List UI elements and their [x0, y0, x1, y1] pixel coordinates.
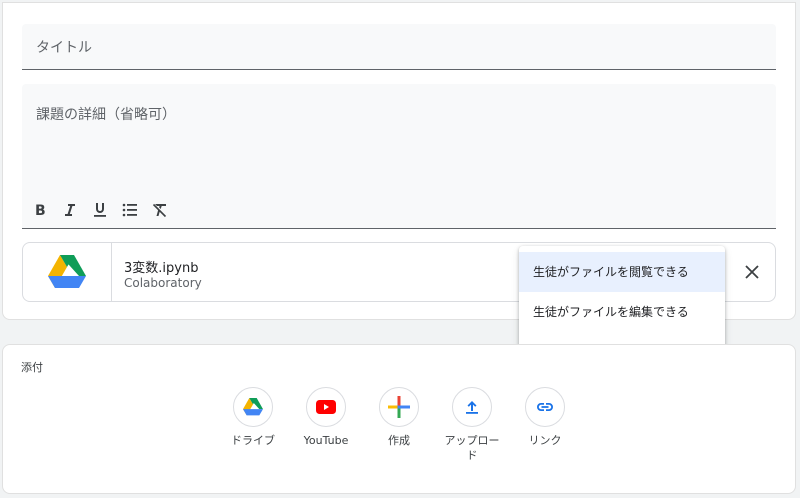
italic-button[interactable] [56, 196, 84, 224]
drive-attach-label: ドライブ [231, 434, 275, 447]
menu-item-students-edit[interactable]: 生徒がファイルを編集できる [519, 292, 725, 332]
bold-icon: B [35, 203, 46, 219]
details-field[interactable]: B [22, 84, 776, 229]
close-icon [745, 265, 759, 279]
link-attach-circle[interactable] [525, 387, 565, 427]
google-drive-icon [48, 255, 86, 288]
plus-icon [388, 396, 410, 418]
youtube-attach-button[interactable]: YouTube [294, 387, 358, 448]
title-field[interactable] [22, 24, 776, 70]
upload-attach-circle[interactable] [452, 387, 492, 427]
bulleted-list-icon [122, 203, 137, 217]
remove-attachment-button[interactable] [739, 259, 765, 285]
create-attach-label: 作成 [388, 434, 410, 447]
attach-card: 添付 ドライブ YouTube 作成 アップロード リンク [2, 344, 796, 494]
svg-text:B: B [35, 203, 46, 219]
bold-button[interactable]: B [26, 196, 54, 224]
youtube-attach-circle[interactable] [306, 387, 346, 427]
drive-attach-circle[interactable] [233, 387, 273, 427]
menu-item-students-view[interactable]: 生徒がファイルを閲覧できる [519, 252, 725, 292]
clear-formatting-button[interactable] [146, 196, 174, 224]
attachment-name[interactable]: 3変数.ipynb [124, 257, 198, 276]
drive-attach-button[interactable]: ドライブ [221, 387, 285, 448]
link-icon [537, 403, 553, 411]
attach-section-label: 添付 [21, 361, 43, 374]
link-attach-label: リンク [528, 434, 562, 447]
link-attach-button[interactable]: リンク [513, 387, 577, 448]
bulleted-list-button[interactable] [116, 196, 144, 224]
title-input[interactable] [34, 36, 758, 60]
google-drive-icon [243, 398, 263, 416]
underline-button[interactable] [86, 196, 114, 224]
underline-icon [94, 203, 106, 217]
italic-icon [65, 204, 75, 216]
upload-icon [466, 401, 478, 414]
attachment-thumbnail [23, 243, 112, 301]
youtube-icon [316, 400, 336, 414]
clear-formatting-icon [152, 203, 167, 218]
create-attach-button[interactable]: 作成 [367, 387, 431, 448]
upload-attach-button[interactable]: アップロード [440, 387, 504, 463]
upload-attach-label: アップロード [444, 434, 500, 462]
format-toolbar: B [26, 196, 176, 224]
details-input[interactable] [34, 102, 758, 186]
youtube-attach-label: YouTube [303, 434, 349, 447]
create-attach-circle[interactable] [379, 387, 419, 427]
attachment-type: Colaboratory [124, 276, 202, 290]
